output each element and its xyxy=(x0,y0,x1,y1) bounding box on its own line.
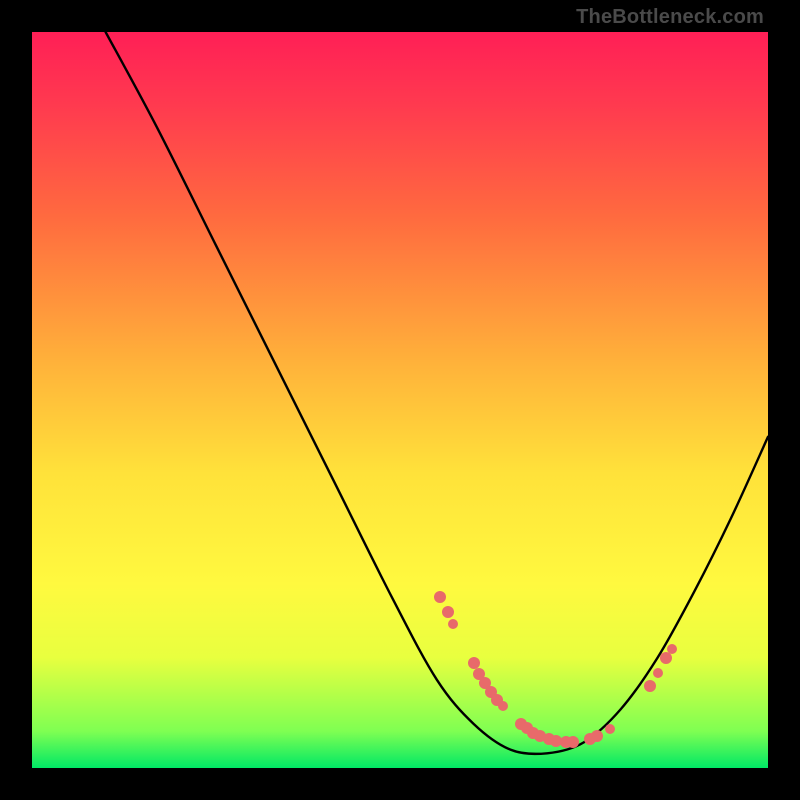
data-marker xyxy=(591,730,603,742)
data-marker xyxy=(434,591,446,603)
data-marker xyxy=(605,724,615,734)
data-marker xyxy=(667,644,677,654)
bottleneck-curve xyxy=(32,32,768,768)
data-marker xyxy=(644,680,656,692)
data-marker xyxy=(653,668,663,678)
attribution-text: TheBottleneck.com xyxy=(576,6,764,29)
data-marker xyxy=(448,619,458,629)
data-marker xyxy=(442,606,454,618)
data-marker xyxy=(567,736,579,748)
data-marker xyxy=(498,701,508,711)
plot-area xyxy=(32,32,768,768)
